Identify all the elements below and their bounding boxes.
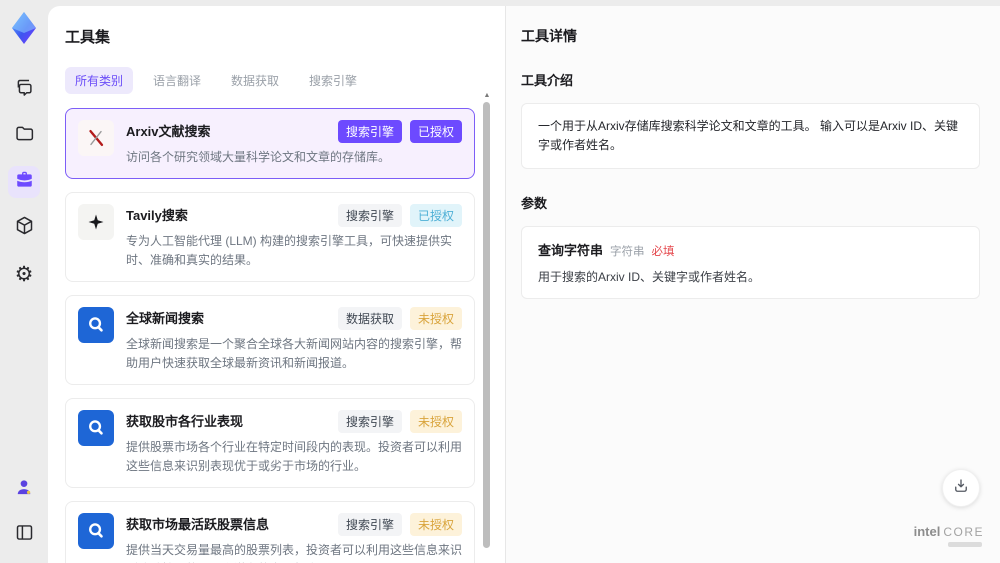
magnifier-icon bbox=[78, 306, 114, 343]
category-badge: 数据获取 bbox=[337, 306, 402, 330]
category-badge: 搜索引擎 bbox=[337, 203, 402, 227]
category-badge: 搜索引擎 bbox=[337, 512, 402, 536]
sidebar-item-account[interactable] bbox=[8, 473, 40, 505]
sidebar-item-packages[interactable] bbox=[8, 212, 40, 244]
app-logo bbox=[7, 10, 41, 46]
tool-description: 提供股票市场各个行业在特定时间段内的表现。投资者可以利用这些信息来识别表现优于或… bbox=[126, 439, 463, 473]
tool-name: Tavily搜索 bbox=[126, 207, 188, 223]
sidebar-item-settings[interactable]: ⚙ bbox=[8, 258, 40, 290]
sidebar-rail: ⚙ bbox=[0, 0, 48, 563]
param-name: 查询字符串 bbox=[538, 243, 604, 259]
status-badge: 已授权 bbox=[409, 120, 462, 143]
folder-icon bbox=[14, 123, 35, 149]
tool-card-most-active-stocks[interactable]: 获取市场最活跃股票信息 搜索引擎 未授权 提供当天交易量最高的股票列表，投资者可… bbox=[65, 500, 475, 563]
tool-name: 获取市场最活跃股票信息 bbox=[126, 516, 270, 532]
tool-name: Arxiv文献搜索 bbox=[126, 124, 211, 139]
briefcase-icon bbox=[14, 169, 35, 195]
cube-icon bbox=[14, 215, 35, 241]
status-badge: 已授权 bbox=[409, 203, 462, 227]
sidebar-item-files[interactable] bbox=[8, 120, 40, 152]
magnifier-icon bbox=[78, 512, 114, 549]
arxiv-logo-icon bbox=[78, 120, 114, 156]
tools-panel: 工具集 所有类别 语言翻译 数据获取 搜索引擎 Arxiv文献搜索 搜索引擎 已… bbox=[48, 6, 505, 563]
tab-data-fetching[interactable]: 数据获取 bbox=[221, 67, 289, 94]
download-icon bbox=[952, 477, 970, 500]
scrollbar-up-arrow[interactable]: ▲ bbox=[483, 92, 491, 100]
intro-card: 一个用于从Arxiv存储库搜索科学论文和文章的工具。 输入可以是Arxiv ID… bbox=[521, 103, 980, 170]
download-button[interactable] bbox=[942, 469, 980, 507]
param-type: 字符串 bbox=[610, 246, 645, 259]
tab-language-translation[interactable]: 语言翻译 bbox=[143, 67, 211, 94]
tool-card-global-news[interactable]: 全球新闻搜索 数据获取 未授权 全球新闻搜索是一个聚合全球各大新闻网站内容的搜索… bbox=[65, 294, 475, 385]
tool-description: 提供当天交易量最高的股票列表，投资者可以利用这些信息来识别流动性强的股票和潜在的… bbox=[126, 542, 463, 563]
intel-core-subtext bbox=[948, 542, 982, 547]
tool-name: 获取股市各行业表现 bbox=[126, 413, 244, 429]
tool-card-arxiv[interactable]: Arxiv文献搜索 搜索引擎 已授权 访问各个研究领域大量科学论文和文章的存储库… bbox=[65, 108, 475, 179]
category-badge: 搜索引擎 bbox=[337, 409, 402, 433]
user-icon bbox=[14, 477, 34, 502]
status-badge: 未授权 bbox=[409, 409, 462, 433]
tool-description: 全球新闻搜索是一个聚合全球各大新闻网站内容的搜索引擎，帮助用户快速获取全球最新资… bbox=[126, 336, 463, 370]
intro-heading: 工具介绍 bbox=[521, 73, 574, 88]
magnifier-icon bbox=[78, 409, 114, 446]
category-badge: 搜索引擎 bbox=[337, 120, 402, 143]
core-brand-text: core bbox=[943, 525, 984, 539]
tool-card-tavily[interactable]: Tavily搜索 搜索引擎 已授权 专为人工智能代理 (LLM) 构建的搜索引擎… bbox=[65, 191, 475, 282]
tool-description: 访问各个研究领域大量科学论文和文章的存储库。 bbox=[126, 150, 391, 164]
status-badge: 未授权 bbox=[409, 512, 462, 536]
page-title: 工具集 bbox=[65, 29, 111, 46]
param-required-badge: 必填 bbox=[651, 246, 675, 259]
param-description: 用于搜索的Arxiv ID、关键字或作者姓名。 bbox=[538, 270, 761, 285]
tavily-star-icon bbox=[78, 203, 114, 240]
details-title: 工具详情 bbox=[521, 28, 577, 44]
tool-card-sector-performance[interactable]: 获取股市各行业表现 搜索引擎 未授权 提供股票市场各个行业在特定时间段内的表现。… bbox=[65, 397, 475, 488]
param-card: 查询字符串 字符串 必填 用于搜索的Arxiv ID、关键字或作者姓名。 bbox=[521, 226, 980, 300]
gear-icon: ⚙ bbox=[14, 262, 34, 286]
intro-text: 一个用于从Arxiv存储库搜索科学论文和文章的工具。 输入可以是Arxiv ID… bbox=[538, 119, 959, 153]
tab-search-engine[interactable]: 搜索引擎 bbox=[299, 67, 367, 94]
tool-name: 全球新闻搜索 bbox=[126, 310, 205, 326]
main-panel: 工具集 所有类别 语言翻译 数据获取 搜索引擎 Arxiv文献搜索 搜索引擎 已… bbox=[48, 6, 1000, 563]
sidebar-item-chat[interactable] bbox=[8, 74, 40, 106]
sidebar-item-tools[interactable] bbox=[8, 166, 40, 198]
chat-icon bbox=[14, 77, 35, 103]
tool-list: Arxiv文献搜索 搜索引擎 已授权 访问各个研究领域大量科学论文和文章的存储库… bbox=[65, 108, 475, 563]
sidebar-item-panel-toggle[interactable] bbox=[8, 519, 40, 551]
status-badge: 未授权 bbox=[409, 306, 462, 330]
tool-list-scrollbar[interactable]: ▲ bbox=[483, 92, 491, 557]
params-heading: 参数 bbox=[521, 196, 548, 212]
intel-brand-text: intel bbox=[913, 524, 941, 539]
tool-details-panel: 工具详情 工具介绍 一个用于从Arxiv存储库搜索科学论文和文章的工具。 输入可… bbox=[505, 6, 1000, 563]
category-tabs: 所有类别 语言翻译 数据获取 搜索引擎 bbox=[65, 67, 505, 94]
scrollbar-thumb[interactable] bbox=[483, 102, 490, 549]
panel-toggle-icon bbox=[14, 522, 35, 548]
tool-description: 专为人工智能代理 (LLM) 构建的搜索引擎工具，可快速提供实时、准确和真实的结… bbox=[126, 233, 453, 267]
intel-core-logo: intel core bbox=[914, 524, 984, 547]
tab-all-categories[interactable]: 所有类别 bbox=[65, 67, 134, 94]
